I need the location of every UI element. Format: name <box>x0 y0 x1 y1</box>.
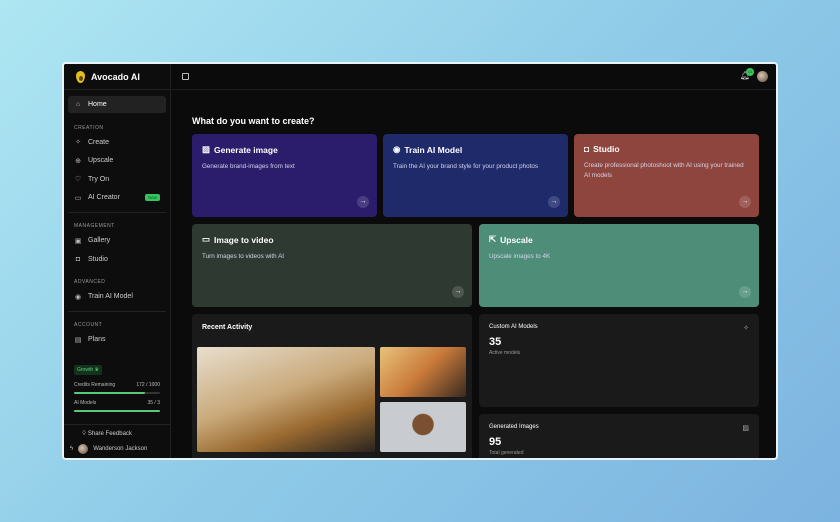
section-account: ACCOUNT <box>74 322 103 328</box>
arrow-right-icon[interactable]: → <box>739 286 751 298</box>
topbar: 🔔︎ 10 <box>172 64 776 90</box>
label: Home <box>88 101 107 108</box>
home-icon: ⌂ <box>75 101 81 108</box>
custom-ai-models-stat: Custom AI Models ✧ 35 Active models <box>479 314 759 407</box>
card-title: Image to video <box>214 234 274 245</box>
card-title: Upscale <box>500 234 533 245</box>
section-management: MANAGEMENT <box>74 223 115 229</box>
sidebar-item-home[interactable]: ⌂ Home <box>68 96 166 113</box>
notification-badge: 10 <box>746 68 754 76</box>
app-window: Avocado AI ⌂ Home CREATION ✧ Create ⊕ Upsca… <box>62 62 778 460</box>
label: Plans <box>88 336 106 343</box>
new-badge: New <box>144 194 160 201</box>
models-value: 35 / 3 <box>147 399 160 406</box>
recent-image-portrait[interactable] <box>380 402 466 452</box>
arrow-right-icon[interactable]: → <box>452 286 464 298</box>
card-desc: Upscale images to 4K <box>489 253 551 260</box>
gallery-icon: ▣ <box>74 237 82 245</box>
credits-progress <box>74 391 160 394</box>
plan-name: Growth <box>77 366 94 373</box>
models-label: AI Models <box>74 399 97 406</box>
image-icon: ▨ <box>202 144 211 154</box>
sparkles-icon: ✧ <box>743 325 749 332</box>
card-desc: Train the AI your brand style for your p… <box>393 163 539 170</box>
card-title: Train AI Model <box>404 144 463 155</box>
arrow-right-icon[interactable]: → <box>357 196 369 208</box>
card-desc: Generate brand-images from text <box>202 163 295 170</box>
stat-sub: Total generated <box>489 450 524 456</box>
label: Upscale <box>88 157 114 164</box>
section-advanced: ADVANCED <box>74 279 106 285</box>
stat-sub: Active models <box>489 350 521 356</box>
plan-usage: Growth ♛ Credits Remaining 172 / 1000 AI … <box>64 350 170 412</box>
sidebar-item-studio[interactable]: ◘ Studio <box>68 251 166 268</box>
user-avatar[interactable] <box>757 71 768 82</box>
brand[interactable]: Avocado AI <box>64 64 170 90</box>
card-title: Generate image <box>214 144 278 155</box>
sidebar-item-try-on[interactable]: ♡ Try On <box>68 171 166 188</box>
camera-icon: ◘ <box>75 255 81 263</box>
feedback-label: Share Feedback <box>87 431 132 437</box>
video-icon: ▭ <box>202 234 211 244</box>
stat-value: 95 <box>489 436 502 448</box>
avocado-logo-icon <box>76 70 85 83</box>
avatar <box>78 444 89 454</box>
models-progress <box>74 409 160 412</box>
stat-value: 35 <box>489 336 502 348</box>
brain-icon: ◉ <box>393 144 401 154</box>
label: Gallery <box>88 237 111 244</box>
image-to-video-card[interactable]: ▭ Image to video Turn images to videos wit… <box>192 224 472 307</box>
recent-image-dog[interactable] <box>197 347 375 452</box>
recent-title: Recent Activity <box>202 324 253 331</box>
sidebar-item-create[interactable]: ✧ Create <box>68 134 166 151</box>
sidebar-item-gallery[interactable]: ▣ Gallery <box>68 232 166 249</box>
section-creation: CREATION <box>74 124 104 131</box>
recent-image-cat[interactable] <box>380 347 466 397</box>
bolt-icon: ϟ <box>70 446 74 452</box>
user-name: Wanderson Jackson <box>93 446 148 452</box>
app-name: Avocado AI <box>91 71 140 82</box>
sidebar: Avocado AI ⌂ Home CREATION ✧ Create ⊕ Upsca… <box>64 64 171 458</box>
label: Train AI Model <box>88 293 133 300</box>
card-desc: Create professional photoshoot with AI u… <box>584 162 744 180</box>
stat-title: Custom AI Models <box>489 324 538 330</box>
card-title: Studio <box>593 144 620 154</box>
card-icon: ▤ <box>74 336 82 344</box>
credits-label: Credits Remaining <box>74 381 116 388</box>
brain-icon: ◉ <box>74 293 82 301</box>
label: AI Creator <box>88 194 120 201</box>
image-icon: ▨ <box>742 425 749 432</box>
sidebar-item-train-ai-model[interactable]: ◉ Train AI Model <box>68 288 166 305</box>
plan-badge: Growth ♛ <box>74 364 102 375</box>
upscale-icon: ⇱ <box>489 234 497 244</box>
sidebar-item-ai-creator[interactable]: ▭ AI Creator New <box>68 189 166 206</box>
arrow-right-icon[interactable]: → <box>739 196 751 208</box>
generate-image-card[interactable]: ▨ Generate image Generate brand-images fro… <box>192 134 377 217</box>
share-feedback-button[interactable]: 💡︎ Share Feedback <box>70 431 164 438</box>
studio-card[interactable]: ◘ Studio Create professional photoshoot wi… <box>574 134 759 217</box>
generated-images-stat: Generated Images ▨ 95 Total generated <box>479 414 759 458</box>
recent-activity-panel: Recent Activity <box>192 314 472 458</box>
card-desc: Turn images to videos with AI <box>202 253 285 260</box>
credits-value: 172 / 1000 <box>136 381 160 388</box>
stat-title: Generated Images <box>489 424 539 430</box>
sidebar-item-plans[interactable]: ▤ Plans <box>68 331 166 348</box>
page-title: What do you want to create? <box>192 116 315 126</box>
main-content: What do you want to create? ▨ Generate im… <box>172 91 776 458</box>
zoom-icon: ⊕ <box>75 157 81 165</box>
video-icon: ▭ <box>74 194 82 202</box>
user-menu[interactable]: ϟ Wanderson Jackson <box>70 444 164 454</box>
label: Try On <box>88 175 110 183</box>
camera-icon: ◘ <box>584 144 590 154</box>
label: Studio <box>88 255 108 263</box>
shirt-icon: ♡ <box>74 176 82 183</box>
train-ai-model-card[interactable]: ◉ Train AI Model Train the AI your brand s… <box>383 134 568 217</box>
sidebar-item-upscale[interactable]: ⊕ Upscale <box>68 152 166 169</box>
label: Create <box>88 138 110 146</box>
sidebar-toggle-icon[interactable] <box>182 73 189 80</box>
sparkles-icon: ✧ <box>75 139 81 146</box>
upscale-card[interactable]: ⇱ Upscale Upscale images to 4K → <box>479 224 759 307</box>
arrow-right-icon[interactable]: → <box>548 196 560 208</box>
